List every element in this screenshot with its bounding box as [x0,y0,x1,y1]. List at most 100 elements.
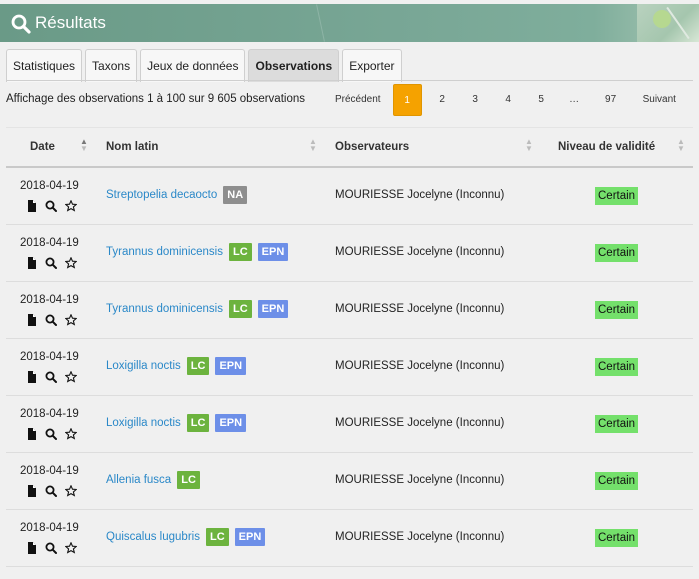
table-row: 2018-04-19 Quiscalus lugubris LC EPN MOUR… [6,510,693,567]
sort-icon[interactable]: ▲ ▼ [677,138,685,153]
observation-date: 2018-04-19 [20,180,79,192]
status-badge: EPN [215,414,247,432]
observation-date: 2018-04-19 [20,522,79,534]
page-title: Résultats [35,13,106,32]
row-actions [27,427,78,440]
validity-badge: Certain [595,415,639,433]
observations-table: Date ▲ ▼ Nom latin ▲ ▼ Observateurs ▲ ▼ Niv… [6,127,693,567]
pagination-page[interactable]: 4 [492,84,525,116]
validity-badge: Certain [595,472,639,490]
status-badge: EPN [257,300,289,318]
taxon-cell: Loxigilla noctis LC EPN [106,414,247,432]
row-actions [27,541,78,554]
taxon-link[interactable]: Quiscalus lugubris [106,531,200,543]
row-actions [27,313,78,326]
pagination-page[interactable]: 2 [426,84,459,116]
pagination-page[interactable]: 5 [525,84,558,116]
taxon-cell: Streptopelia decaocto NA [106,186,248,204]
map-line [316,4,325,42]
star-icon[interactable] [64,427,78,440]
tab-divider [6,80,693,81]
magnifier-icon[interactable] [45,200,57,212]
magnifier-icon[interactable] [45,428,57,440]
column-header-nom-latin[interactable]: Nom latin [106,141,158,153]
validity-badge: Certain [595,187,639,205]
sort-icon[interactable]: ▲ ▼ [80,138,88,153]
star-icon[interactable] [64,484,78,497]
pagination-page[interactable]: 97 [591,84,631,116]
column-header-niveau-validite[interactable]: Niveau de validité [558,141,655,153]
row-actions [27,370,78,383]
taxon-cell: Tyrannus dominicensis LC EPN [106,243,289,261]
taxon-link[interactable]: Loxigilla noctis [106,417,181,429]
pagination-ellipsis: … [569,94,580,105]
sort-icon[interactable]: ▲ ▼ [525,138,533,153]
document-icon[interactable] [27,257,37,269]
tab-statistiques[interactable]: Statistiques [6,49,83,82]
taxon-cell: Quiscalus lugubris LC EPN [106,528,266,546]
magnifier-icon[interactable] [45,485,57,497]
document-icon[interactable] [27,542,37,554]
observer-name: MOURIESSE Jocelyne (Inconnu) [335,360,505,372]
status-badge: NA [223,186,248,204]
column-header-date[interactable]: Date [30,141,55,153]
magnifier-icon[interactable] [45,314,57,326]
status-badge: LC [228,243,252,261]
taxon-link[interactable]: Tyrannus dominicensis [106,303,223,315]
taxon-cell: Allenia fusca LC [106,471,200,489]
pagination-page[interactable]: 3 [459,84,492,116]
magnifier-icon[interactable] [45,371,57,383]
observation-date: 2018-04-19 [20,237,79,249]
table-row: 2018-04-19 Loxigilla noctis LC EPN MOURIE… [6,339,693,396]
tab-exporter[interactable]: Exporter [342,49,402,82]
document-icon[interactable] [27,485,37,497]
tab-observations[interactable]: Observations [248,49,340,82]
results-panel: Résultats Statistiques Taxons Jeux de do… [0,0,699,579]
star-icon[interactable] [64,256,78,269]
observation-date: 2018-04-19 [20,351,79,363]
taxon-cell: Tyrannus dominicensis LC EPN [106,300,289,318]
results-summary: Affichage des observations 1 à 100 sur 9… [6,93,305,105]
status-badge: LC [186,357,210,375]
magnifier-icon[interactable] [45,257,57,269]
observer-name: MOURIESSE Jocelyne (Inconnu) [335,303,505,315]
sort-icon[interactable]: ▲ ▼ [309,138,317,153]
column-header-observateurs[interactable]: Observateurs [335,141,409,153]
star-icon[interactable] [64,313,78,326]
validity-badge: Certain [595,529,639,547]
star-icon[interactable] [64,370,78,383]
status-badge: EPN [234,528,266,546]
row-actions [27,199,78,212]
validity-badge: Certain [595,301,639,319]
observer-name: MOURIESSE Jocelyne (Inconnu) [335,417,505,429]
star-icon[interactable] [64,199,78,212]
pagination-next[interactable]: Suivant [631,84,686,116]
observation-date: 2018-04-19 [20,465,79,477]
taxon-link[interactable]: Streptopelia decaocto [106,189,217,201]
table-body: 2018-04-19 Streptopelia decaocto NA MOUR… [6,168,693,567]
document-icon[interactable] [27,371,37,383]
table-row: 2018-04-19 Tyrannus dominicensis LC EPN M… [6,225,693,282]
star-icon[interactable] [64,541,78,554]
pagination-page[interactable]: 1 [392,84,422,116]
results-tabs: Statistiques Taxons Jeux de données Obse… [6,49,402,82]
document-icon[interactable] [27,200,37,212]
validity-badge: Certain [595,358,639,376]
tab-taxons[interactable]: Taxons [85,49,138,82]
document-icon[interactable] [27,314,37,326]
magnifier-icon[interactable] [45,542,57,554]
tab-jeux-de-donnees[interactable]: Jeux de données [140,49,246,82]
observer-name: MOURIESSE Jocelyne (Inconnu) [335,189,505,201]
status-badge: EPN [257,243,289,261]
status-badge: LC [186,414,210,432]
taxon-link[interactable]: Loxigilla noctis [106,360,181,372]
status-badge: LC [205,528,229,546]
document-icon[interactable] [27,428,37,440]
status-badge: LC [177,471,200,489]
map-dot [653,10,671,28]
results-header: Résultats [0,4,699,42]
taxon-link[interactable]: Tyrannus dominicensis [106,246,223,258]
taxon-link[interactable]: Allenia fusca [106,474,171,486]
pagination-previous[interactable]: Précédent [326,84,391,116]
row-actions [27,484,78,497]
